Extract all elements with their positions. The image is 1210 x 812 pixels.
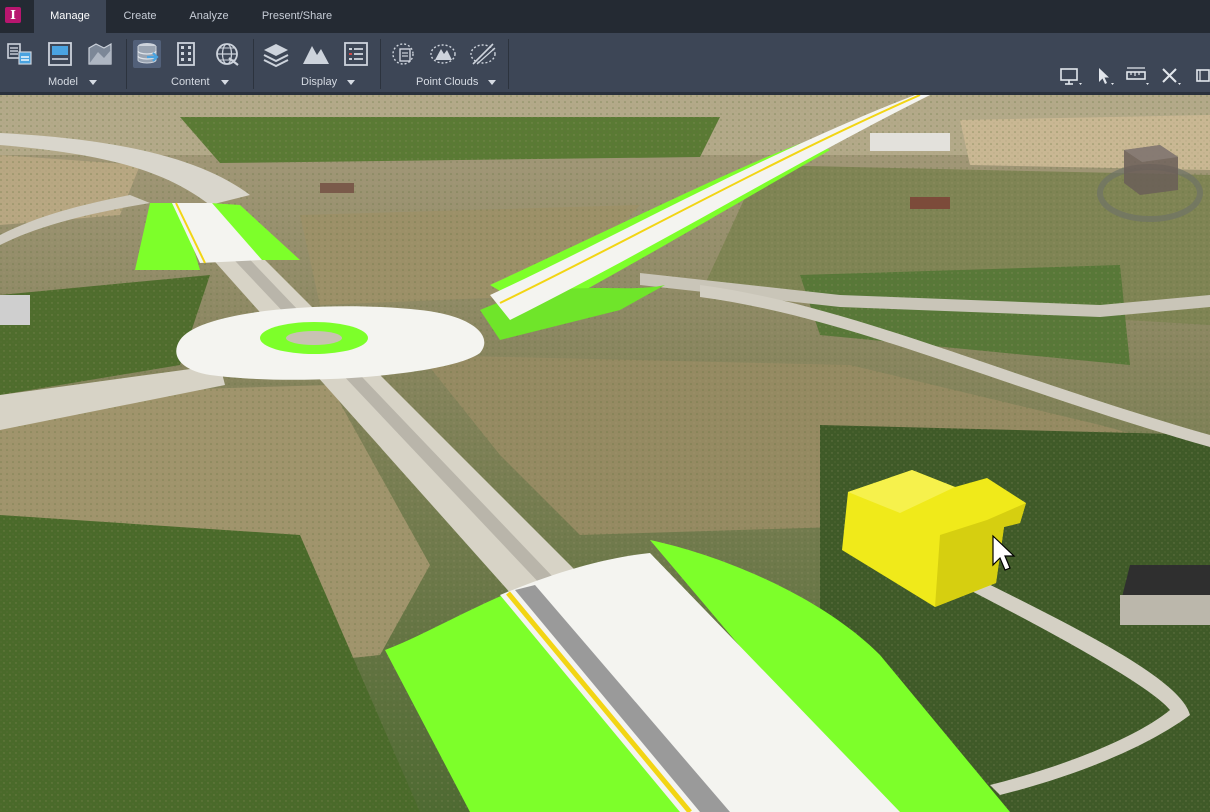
tab-analyze[interactable]: Analyze — [175, 0, 243, 33]
ribbon-group-content: Content — [127, 33, 253, 92]
title-bar: I Manage Create Analyze Present/Share — [0, 0, 1210, 33]
globe-network-icon — [216, 43, 239, 66]
list-icon — [344, 42, 368, 66]
ribbon-divider — [508, 39, 509, 89]
shed-wall — [1120, 595, 1210, 625]
farm-building — [870, 133, 950, 151]
ribbon-group-model: Model — [0, 33, 126, 92]
ribbon-toolbar: Model Content Display Point Clouds — [0, 33, 1210, 95]
list-button[interactable] — [342, 40, 370, 68]
point-cloud-slice-button[interactable] — [469, 40, 497, 68]
building-grid-button[interactable] — [173, 40, 201, 68]
group-label-model: Model — [48, 76, 78, 88]
presentation-screen-icon — [1060, 68, 1082, 85]
scene-canvas[interactable] — [0, 95, 1210, 812]
farm-building — [0, 295, 30, 325]
group-label-content: Content — [171, 76, 210, 88]
terrain-map-button[interactable] — [86, 40, 114, 68]
presentation-screen-button[interactable] — [1058, 63, 1084, 89]
close-x-button[interactable] — [1158, 63, 1184, 89]
measure-ruler-icon — [1126, 67, 1149, 85]
ribbon-group-point-clouds: Point Clouds — [381, 33, 508, 92]
tab-manage[interactable]: Manage — [34, 0, 106, 33]
group-label-point-clouds: Point Clouds — [416, 76, 479, 88]
point-cloud-terrain-icon — [430, 44, 456, 64]
window-icon — [1196, 69, 1210, 82]
window-button[interactable] — [1194, 63, 1210, 89]
terrain-map-icon — [88, 42, 112, 65]
terrain-peaks-icon — [303, 46, 329, 64]
farm-building — [320, 183, 354, 193]
roundabout-center — [286, 331, 342, 345]
layers-button[interactable] — [262, 40, 290, 68]
building-grid-icon — [177, 42, 195, 66]
tab-create[interactable]: Create — [110, 0, 170, 33]
point-clouds-dropdown-icon[interactable] — [488, 80, 496, 85]
globe-network-button[interactable] — [213, 40, 241, 68]
point-cloud-icon — [392, 43, 414, 65]
select-arrow-icon — [1099, 68, 1114, 85]
layout-icon — [48, 42, 72, 66]
measure-ruler-button[interactable] — [1124, 63, 1150, 89]
model-dropdown-icon[interactable] — [89, 80, 97, 85]
group-label-display: Display — [301, 76, 338, 88]
tab-present-share[interactable]: Present/Share — [248, 0, 346, 33]
ribbon-group-display: Display — [254, 33, 380, 92]
layers-icon — [263, 44, 289, 68]
select-arrow-button[interactable] — [1092, 63, 1118, 89]
app-logo-icon[interactable]: I — [5, 7, 21, 23]
model-explorer-icon — [7, 43, 32, 65]
farm-building — [910, 197, 950, 209]
model-explorer-button[interactable] — [6, 40, 34, 68]
point-cloud-button[interactable] — [389, 40, 417, 68]
point-cloud-slice-icon — [470, 43, 496, 65]
data-sources-icon — [137, 43, 159, 64]
3d-viewport[interactable] — [0, 95, 1210, 812]
point-cloud-terrain-button[interactable] — [429, 40, 457, 68]
layout-button[interactable] — [46, 40, 74, 68]
display-dropdown-icon[interactable] — [347, 80, 355, 85]
terrain-peaks-button[interactable] — [302, 40, 330, 68]
content-dropdown-icon[interactable] — [221, 80, 229, 85]
data-sources-button[interactable] — [133, 40, 161, 68]
close-x-icon — [1162, 68, 1181, 85]
